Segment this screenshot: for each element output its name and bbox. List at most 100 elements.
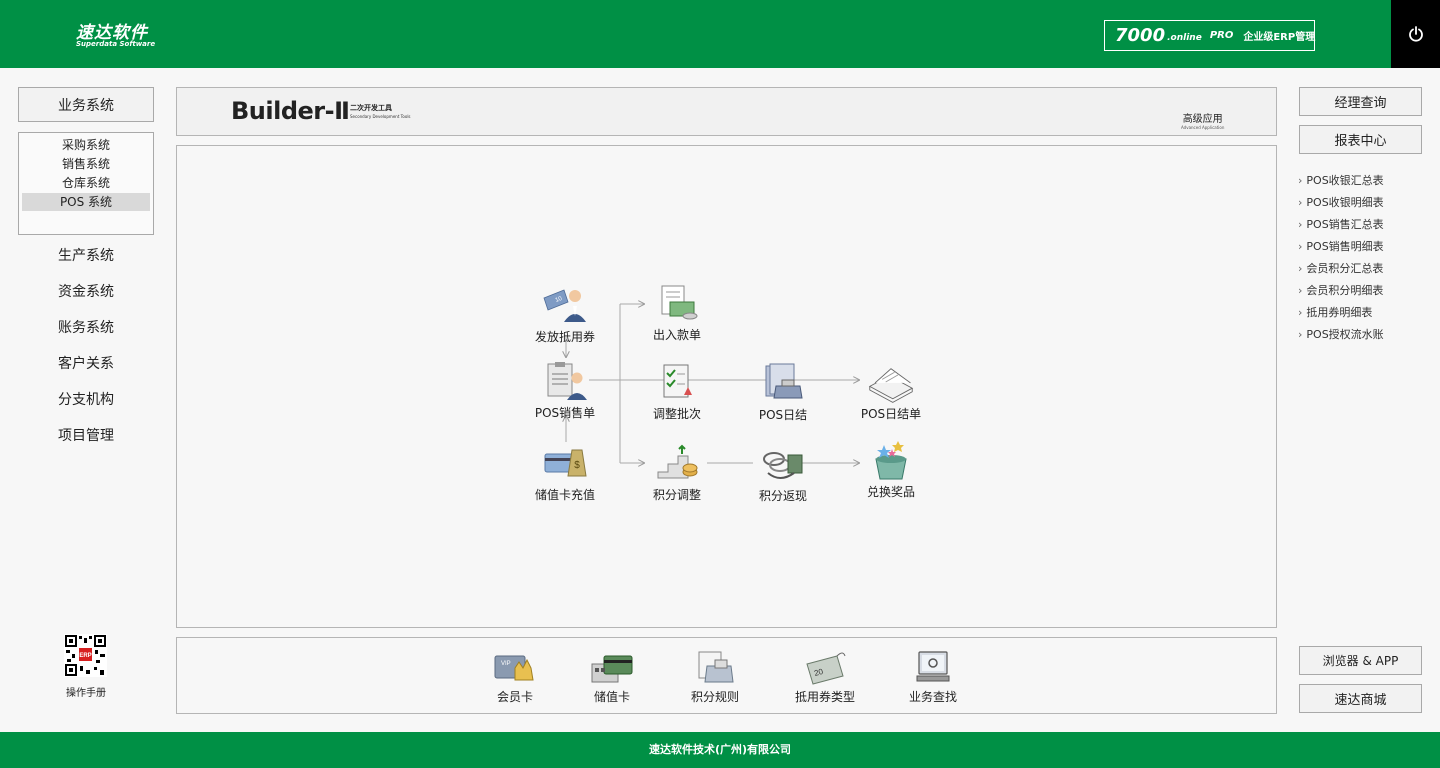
report-link-voucher-detail[interactable]: › 抵用券明细表	[1298, 304, 1428, 326]
flow-node-pos-daily-statement[interactable]: POS日结单	[841, 361, 941, 422]
report-link-label: 会员积分汇总表	[1306, 262, 1384, 275]
computer-search-icon	[916, 651, 950, 682]
voucher-tag-icon: 20	[806, 652, 846, 685]
sales-clipboard-person-icon	[547, 362, 587, 400]
builder-title: Builder-Ⅱ	[231, 97, 350, 125]
flow-node-redeem-prize[interactable]: 兑换奖品	[841, 439, 941, 500]
builder-title-panel: Builder-Ⅱ 二次开发工具 Secondary Development T…	[176, 87, 1277, 136]
quick-business-search[interactable]: 业务查找	[883, 650, 983, 705]
power-button[interactable]	[1391, 0, 1440, 68]
stored-card-icon	[591, 655, 633, 683]
manual-label[interactable]: 操作手册	[50, 684, 122, 699]
product-badge: 7000 .online PRO 企业级ERP管理	[1104, 20, 1315, 51]
chevron-right-icon: ›	[1298, 218, 1303, 231]
advanced-app-link[interactable]: 高级应用 Advanced Application	[1181, 110, 1224, 130]
builder-subtitle-zh: 二次开发工具	[350, 104, 392, 112]
report-link-pos-sales-summary[interactable]: › POS销售汇总表	[1298, 216, 1428, 238]
submenu-item-warehouse[interactable]: 仓库系统	[22, 174, 150, 192]
chevron-right-icon: ›	[1298, 262, 1303, 275]
flow-label-pos-sale: POS销售单	[534, 406, 596, 420]
report-link-label: POS销售汇总表	[1306, 218, 1384, 231]
footer-bar: 速达软件技术(广州)有限公司	[0, 732, 1440, 768]
nav-crm[interactable]: 客户关系	[18, 353, 154, 375]
nav-funds[interactable]: 资金系统	[18, 281, 154, 303]
advanced-app-label-en: Advanced Application	[1181, 125, 1225, 130]
flow-label-points-cashback: 积分返现	[758, 489, 807, 503]
footer-company: 速达软件技术(广州)有限公司	[648, 743, 792, 756]
quick-member-card[interactable]: VIP 会员卡	[465, 650, 565, 705]
submenu-item-pos[interactable]: POS 系统	[22, 193, 150, 211]
nav-projects[interactable]: 项目管理	[18, 425, 154, 447]
report-links: › POS收银汇总表 › POS收银明细表 › POS销售汇总表 › POS销售明细表 …	[1298, 172, 1428, 348]
product-number: 7000	[1115, 25, 1166, 46]
flow-label-pos-daily-statement: POS日结单	[860, 407, 922, 421]
report-link-pos-auth-ledger[interactable]: › POS授权流水账	[1298, 326, 1428, 348]
flow-node-points-cashback[interactable]: 积分返现	[733, 443, 833, 504]
nav-branches[interactable]: 分支机构	[18, 389, 154, 411]
submenu-item-sales[interactable]: 销售系统	[22, 155, 150, 173]
report-link-label: 会员积分明细表	[1306, 284, 1384, 297]
card-recharge-icon: $	[544, 449, 587, 477]
mall-button[interactable]: 速达商城	[1299, 684, 1422, 713]
flow-label-cash-in-out: 出入款单	[652, 328, 701, 342]
quick-stored-card[interactable]: 储值卡	[562, 650, 662, 705]
flow-node-points-adjust[interactable]: 积分调整	[627, 442, 727, 503]
qr-code-icon[interactable]: ERP	[64, 634, 107, 677]
product-description: 企业级ERP管理	[1243, 32, 1316, 43]
quick-label-member-card: 会员卡	[496, 690, 533, 704]
report-link-label: POS收银汇总表	[1306, 174, 1384, 187]
flow-node-cash-in-out[interactable]: 出入款单	[627, 282, 727, 343]
quick-label-business-search: 业务查找	[908, 690, 957, 704]
chevron-right-icon: ›	[1298, 284, 1303, 297]
flow-label-pos-daily: POS日结	[758, 408, 808, 422]
checklist-icon	[663, 364, 692, 398]
advanced-app-label: 高级应用	[1182, 114, 1223, 125]
power-icon	[1408, 26, 1423, 42]
flow-label-points-adjust: 积分调整	[652, 488, 701, 502]
quick-label-stored-card: 储值卡	[593, 690, 630, 704]
business-submenu: 采购系统 销售系统 仓库系统 POS 系统	[18, 132, 154, 235]
report-link-member-points-detail[interactable]: › 会员积分明细表	[1298, 282, 1428, 304]
svg-text:ERP: ERP	[79, 653, 91, 659]
report-center-button[interactable]: 报表中心	[1299, 125, 1422, 154]
quick-points-rules[interactable]: 积分规则	[665, 650, 765, 705]
report-link-label: 抵用券明细表	[1306, 306, 1373, 319]
svg-text:VIP: VIP	[501, 661, 511, 667]
browser-app-button[interactable]: 浏览器 & APP	[1299, 646, 1422, 675]
nav-accounting[interactable]: 账务系统	[18, 317, 154, 339]
report-link-member-points-summary[interactable]: › 会员积分汇总表	[1298, 260, 1428, 282]
flow-node-pos-daily[interactable]: POS日结	[733, 362, 833, 423]
chevron-right-icon: ›	[1298, 174, 1303, 187]
flow-node-issue-voucher[interactable]: 10 发放抵用券	[515, 284, 615, 345]
chevron-right-icon: ›	[1298, 306, 1303, 319]
quick-access-panel: VIP 会员卡 储值卡 积分规则 20 抵用券类型 业务查找	[176, 637, 1277, 714]
flow-label-card-recharge: 储值卡充值	[534, 488, 595, 502]
report-link-label: POS销售明细表	[1306, 240, 1384, 253]
svg-text:$: $	[574, 460, 580, 471]
business-system-button[interactable]: 业务系统	[18, 87, 154, 122]
chevron-right-icon: ›	[1298, 196, 1303, 209]
manager-query-button[interactable]: 经理查询	[1299, 87, 1422, 116]
quick-label-voucher-type: 抵用券类型	[794, 690, 855, 704]
cashback-icon	[763, 452, 803, 479]
flow-node-card-recharge[interactable]: $ 储值卡充值	[515, 442, 615, 503]
report-link-pos-cash-summary[interactable]: › POS收银汇总表	[1298, 172, 1428, 194]
quick-voucher-type[interactable]: 20 抵用券类型	[775, 650, 875, 705]
prize-box-icon	[875, 441, 907, 480]
report-link-label: POS授权流水账	[1306, 328, 1384, 341]
flow-node-pos-sale[interactable]: POS销售单	[515, 360, 615, 421]
flow-label-issue-voucher: 发放抵用券	[534, 330, 595, 344]
flow-label-redeem-prize: 兑换奖品	[866, 485, 915, 499]
app-root: 速达软件 Superdata Software 7000 .online PRO…	[0, 0, 1440, 768]
flow-label-adjust-batch: 调整批次	[652, 407, 701, 421]
nav-production[interactable]: 生产系统	[18, 245, 154, 267]
submenu-item-purchase[interactable]: 采购系统	[22, 136, 150, 154]
report-link-label: POS收银明细表	[1306, 196, 1384, 209]
report-link-pos-cash-detail[interactable]: › POS收银明细表	[1298, 194, 1428, 216]
flow-node-adjust-batch[interactable]: 调整批次	[627, 361, 727, 422]
product-online: .online	[1167, 33, 1202, 43]
report-link-pos-sales-detail[interactable]: › POS销售明细表	[1298, 238, 1428, 260]
chevron-right-icon: ›	[1298, 328, 1303, 341]
open-book-icon	[868, 368, 914, 403]
workflow-panel: 10 发放抵用券 POS销售单 $ 储值卡充值 出入款单 调整批次 积分调整 P…	[176, 145, 1277, 628]
